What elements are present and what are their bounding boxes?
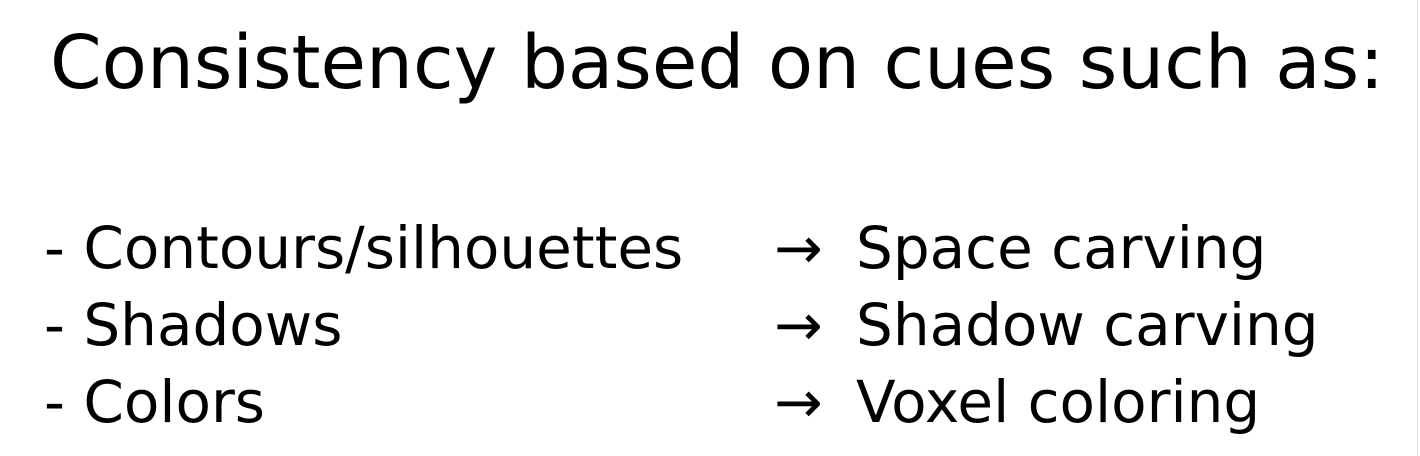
slide-edge-divider bbox=[1417, 0, 1418, 456]
cue-label: - Shadows bbox=[44, 291, 343, 359]
method-label: Voxel coloring bbox=[856, 368, 1261, 436]
cue-row-shadows: - Shadows → Shadow carving bbox=[44, 287, 1344, 363]
right-arrow-icon: → bbox=[774, 368, 823, 436]
method-label: Space carving bbox=[856, 214, 1267, 282]
cue-label: - Contours/silhouettes bbox=[44, 214, 684, 282]
slide-title: Consistency based on cues such as: bbox=[50, 20, 1385, 106]
right-arrow-icon: → bbox=[774, 291, 823, 359]
cue-label: - Colors bbox=[44, 368, 266, 436]
method-label: Shadow carving bbox=[856, 291, 1319, 359]
cue-row-colors: - Colors → Voxel coloring bbox=[44, 364, 1344, 440]
right-arrow-icon: → bbox=[774, 214, 823, 282]
cue-row-contours: - Contours/silhouettes → Space carving bbox=[44, 210, 1344, 286]
slide: Consistency based on cues such as: - Con… bbox=[0, 0, 1420, 456]
